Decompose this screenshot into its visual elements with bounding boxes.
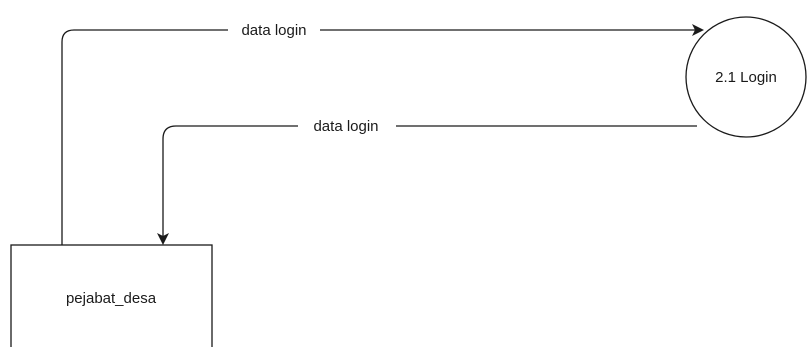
- process-label: 2.1 Login: [715, 69, 777, 86]
- flow-label-login-response: data login: [313, 118, 378, 135]
- flow-line-login-response[interactable]: [157, 125, 697, 245]
- entity-pejabat-desa[interactable]: pejabat_desa: [10, 244, 213, 347]
- process-login[interactable]: 2.1 Login: [685, 16, 807, 138]
- dfd-diagram: data login data login 2.1 Login pejabat_…: [10, 16, 807, 347]
- entity-label: pejabat_desa: [66, 290, 157, 307]
- diagram-canvas: data login data login 2.1 Login pejabat_…: [0, 0, 812, 347]
- flow-label-login-request: data login: [241, 22, 306, 39]
- flow-line-login-request[interactable]: [61, 24, 704, 245]
